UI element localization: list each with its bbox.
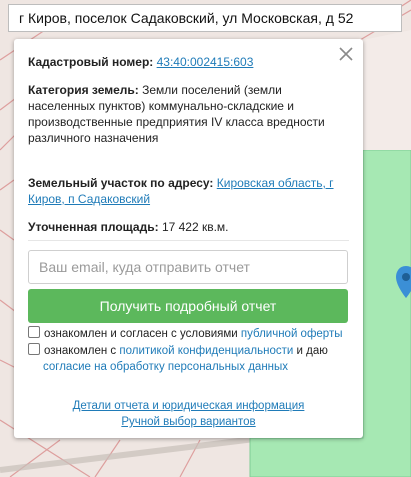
privacy-policy-link[interactable]: политикой конфиденциальности [119,345,293,357]
consent-personal-data-row: согласие на обработку персональных данны… [43,359,363,375]
location-pin-icon[interactable] [396,266,411,311]
parcel-address-row: Земельный участок по адресу: Кировская о… [28,175,348,207]
footer-link-row-1: Детали отчета и юридическая информация [14,398,363,414]
consent-privacy-text-1: ознакомлен с [44,345,117,357]
address-search-input[interactable]: г Киров, поселок Садаковский, ул Московс… [8,4,402,32]
email-input[interactable] [28,250,348,284]
parcel-info-popup: Кадастровый номер: 43:40:002415:603 Кате… [14,39,363,438]
consent-offer-text: ознакомлен и согласен с условиями [44,328,238,340]
consent-privacy-row: ознакомлен с политикой конфиденциальност… [28,343,348,359]
personal-data-consent-link[interactable]: согласие на обработку персональных данны… [43,361,288,373]
parcel-address-label: Земельный участок по адресу: [28,176,214,190]
manual-selection-link[interactable]: Ручной выбор вариантов [121,416,255,428]
cadastral-number-row: Кадастровый номер: 43:40:002415:603 [28,54,346,70]
public-offer-link[interactable]: публичной оферты [241,328,343,340]
cadastral-number-link[interactable]: 43:40:002415:603 [157,55,254,69]
consent-offer-checkbox[interactable] [28,326,40,338]
area-value: 17 422 кв.м. [161,220,229,234]
consent-privacy-text-2: и даю [296,345,328,357]
consent-offer-row: ознакомлен и согласен с условиями публич… [28,326,348,342]
cadastral-label: Кадастровый номер: [28,55,154,69]
report-details-link[interactable]: Детали отчета и юридическая информация [73,400,305,412]
land-category-label: Категория земель: [28,83,139,97]
area-row: Уточненная площадь: 17 422 кв.м. [28,219,346,235]
get-report-button[interactable]: Получить подробный отчет [28,289,348,323]
footer-link-row-2: Ручной выбор вариантов [14,414,363,430]
consent-privacy-checkbox[interactable] [28,343,40,355]
divider [28,240,349,241]
land-category-row: Категория земель: Земли поселений (земли… [28,82,328,146]
area-label: Уточненная площадь: [28,220,159,234]
